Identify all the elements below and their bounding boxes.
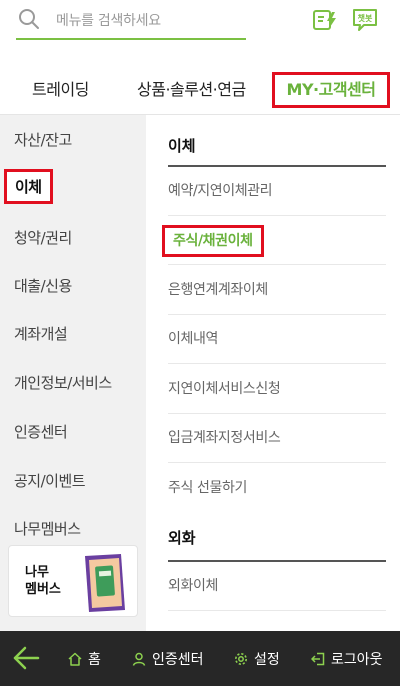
settings-button[interactable]: 설정	[234, 649, 280, 669]
top-tabs: 트레이딩 상품·솔루션·연금 MY·고객센터	[0, 72, 400, 108]
stock-bond-transfer-label: 주식/채권이체	[162, 225, 264, 257]
left-item-assets[interactable]: 자산/잔고	[14, 129, 72, 150]
logout-button[interactable]: 로그아웃	[311, 649, 383, 669]
banner-title: 나무 멤버스	[25, 565, 61, 597]
left-item-namu-members[interactable]: 나무멤버스	[14, 518, 81, 539]
members-card-icon	[85, 554, 125, 612]
chatbot-label: 챗봇	[358, 13, 373, 23]
menu-item-stock-gift[interactable]: 주식 선물하기	[168, 464, 386, 513]
left-item-subscription[interactable]: 청약/권리	[14, 227, 72, 248]
search-bar[interactable]: 메뉴를 검색하세요	[16, 0, 246, 40]
search-icon	[19, 9, 39, 29]
quick-transfer-icon[interactable]	[312, 8, 338, 32]
left-item-auth-center[interactable]: 인증센터	[14, 421, 68, 442]
left-item-transfer[interactable]: 이체	[4, 169, 53, 204]
menu-item-stock-bond-transfer[interactable]: 주식/채권이체	[162, 216, 386, 265]
home-label: 홈	[88, 652, 101, 668]
settings-label: 설정	[254, 652, 280, 668]
menu-item-bank-linked-transfer[interactable]: 은행연계계좌이체	[168, 266, 386, 315]
menu-item-deposit-account-designation[interactable]: 입금계좌지정서비스	[168, 414, 386, 463]
section-title-fx: 외화	[168, 529, 196, 547]
menu-item-delayed-transfer-service[interactable]: 지연이체서비스신청	[168, 365, 386, 414]
bottom-bar: 홈 인증센터 설정 로그아웃	[0, 631, 400, 686]
tab-my-customer-center[interactable]: MY·고객센터	[272, 72, 390, 108]
tab-products[interactable]: 상품·솔루션·연금	[137, 72, 246, 108]
auth-center-label: 인증센터	[152, 652, 204, 668]
left-menu: 자산/잔고 이체 청약/권리 대출/신용 계좌개설 개인정보/서비스 인증센터 …	[0, 115, 146, 631]
chatbot-icon[interactable]: 챗봇	[352, 8, 378, 32]
gear-icon	[235, 653, 247, 665]
tab-trading[interactable]: 트레이딩	[32, 72, 89, 108]
search-input[interactable]: 메뉴를 검색하세요	[56, 10, 161, 30]
logout-icon	[311, 652, 325, 666]
auth-center-button[interactable]: 인증센터	[132, 649, 204, 669]
menu-item-transfer-history[interactable]: 이체내역	[168, 315, 386, 364]
menu-item-fx-transfer[interactable]: 외화이체	[168, 562, 386, 611]
section-title-transfer: 이체	[168, 137, 196, 155]
left-item-personal-info[interactable]: 개인정보/서비스	[14, 372, 112, 393]
right-menu: 이체 예약/지연이체관리 주식/채권이체 은행연계계좌이체 이체내역 지연이체서…	[146, 115, 400, 631]
namu-members-banner[interactable]: 나무 멤버스	[8, 545, 138, 617]
logout-label: 로그아웃	[331, 652, 383, 668]
home-icon	[68, 652, 82, 666]
back-arrow-icon[interactable]	[12, 645, 40, 671]
left-item-account-open[interactable]: 계좌개설	[14, 323, 68, 344]
home-button[interactable]: 홈	[68, 649, 101, 669]
left-item-loan[interactable]: 대출/신용	[14, 275, 72, 296]
menu-item-scheduled-transfer[interactable]: 예약/지연이체관리	[168, 167, 386, 216]
person-icon	[132, 652, 146, 666]
left-item-notice-event[interactable]: 공지/이벤트	[14, 470, 86, 491]
